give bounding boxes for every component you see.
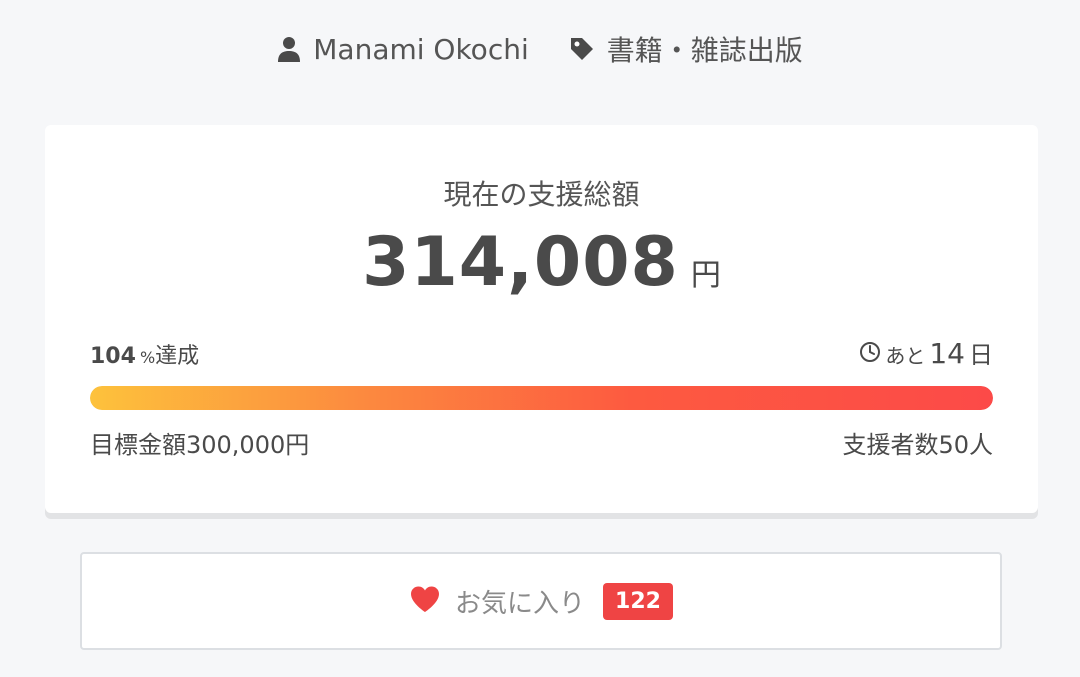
favorite-button[interactable]: お気に入り 122 <box>80 552 1002 650</box>
total-support-label: 現在の支援総額 <box>443 178 640 211</box>
project-meta: Manami Okochi 書籍・雑誌出版 <box>0 26 1080 72</box>
user-icon <box>277 36 301 62</box>
category-link[interactable]: 書籍・雑誌出版 <box>569 29 803 69</box>
remaining-suffix: 日 <box>969 341 993 369</box>
category-label: 書籍・雑誌出版 <box>606 34 803 67</box>
achievement-number: 104 <box>90 344 136 369</box>
favorite-count-badge: 122 <box>603 582 673 620</box>
total-amount: 314,008 円 <box>45 223 1038 302</box>
amount-unit: 円 <box>690 258 721 293</box>
tag-icon <box>569 36 595 62</box>
achievement-rate: 104 % 達成 <box>90 338 199 370</box>
progress-bar <box>90 386 993 410</box>
funding-footer: 目標金額300,000円 支援者数50人 <box>90 425 993 460</box>
remaining-time: あと 14 日 <box>859 335 993 370</box>
achievement-percent-symbol: % <box>139 348 156 367</box>
funding-card: 現在の支援総額 314,008 円 104 % 達成 あと 14 日 目標金額3… <box>45 125 1038 513</box>
achievement-label: 達成 <box>155 344 200 369</box>
remaining-prefix: あと <box>885 344 926 368</box>
owner-name: Manami Okochi <box>313 32 529 66</box>
favorite-label: お気に入り <box>455 588 586 619</box>
supporter-count: 支援者数50人 <box>842 431 993 459</box>
heart-icon <box>409 585 441 617</box>
amount-value: 314,008 <box>362 223 679 302</box>
goal-amount: 目標金額300,000円 <box>90 431 310 459</box>
owner-link[interactable]: Manami Okochi <box>277 32 529 66</box>
progress-fill <box>90 386 993 410</box>
progress-stats: 104 % 達成 あと 14 日 <box>90 335 993 370</box>
remaining-days: 14 <box>929 337 965 370</box>
clock-icon <box>859 341 881 367</box>
